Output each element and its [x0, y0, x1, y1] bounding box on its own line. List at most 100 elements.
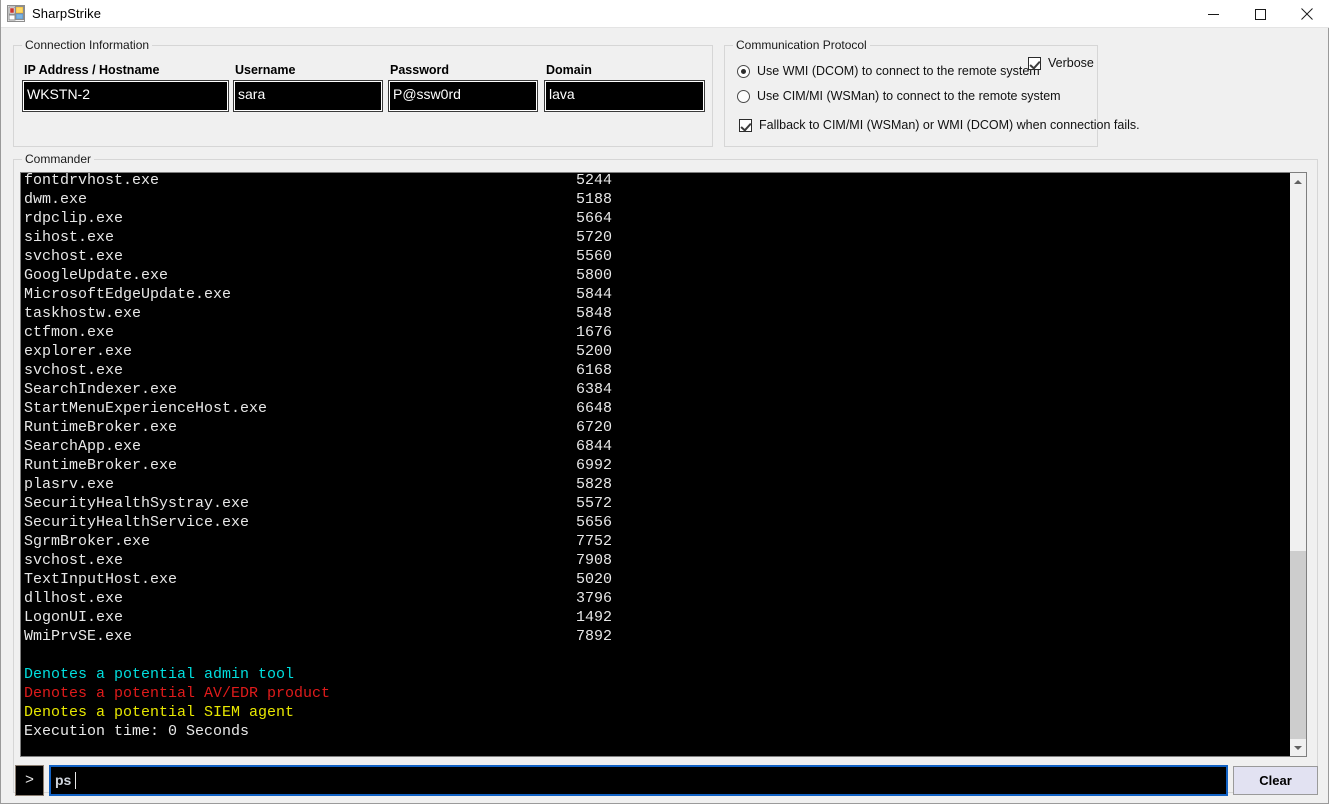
legend-line: Denotes a potential admin tool: [24, 666, 295, 683]
maximize-icon: [1254, 8, 1266, 20]
clear-button[interactable]: Clear: [1233, 766, 1318, 795]
process-row: taskhostw.exe 5848: [24, 304, 1290, 323]
winforms-app-icon: [7, 5, 25, 22]
communication-protocol-group: Communication Protocol Use WMI (DCOM) to…: [724, 38, 1140, 147]
title-bar: SharpStrike: [1, 0, 1329, 28]
label-password: Password: [390, 63, 450, 77]
process-row: svchost.exe 6168: [24, 361, 1290, 380]
process-row: SearchApp.exe 6844: [24, 437, 1290, 456]
legend-line: Denotes a potential AV/EDR product: [24, 685, 331, 702]
domain-field[interactable]: lava: [544, 80, 705, 112]
process-pid: 5560: [575, 248, 612, 265]
chevron-up-icon: [1294, 179, 1302, 184]
process-row: fontdrvhost.exe 5244: [24, 173, 1290, 190]
close-icon: [1301, 8, 1313, 20]
process-row: sihost.exe 5720: [24, 228, 1290, 247]
process-row: svchost.exe 5560: [24, 247, 1290, 266]
process-row: RuntimeBroker.exe 6720: [24, 418, 1290, 437]
radio-indicator-cim: [737, 89, 750, 103]
connection-group-label: Connection Information: [22, 38, 153, 52]
process-pid: 7892: [575, 628, 612, 645]
ip-hostname-field[interactable]: WKSTN-2: [22, 80, 229, 112]
radio-label-cim: Use CIM/MI (WSMan) to connect to the rem…: [757, 89, 1061, 103]
process-row: SearchIndexer.exe 6384: [24, 380, 1290, 399]
label-ip-hostname: IP Address / Hostname: [24, 63, 160, 77]
scrollbar-thumb[interactable]: [1290, 551, 1306, 739]
process-pid: 5188: [575, 191, 612, 208]
process-row: LogonUI.exe 1492: [24, 608, 1290, 627]
process-pid: 6384: [575, 381, 612, 398]
process-pid: 5200: [575, 343, 612, 360]
process-row: TextInputHost.exe 5020: [24, 570, 1290, 589]
password-value: P@ssw0rd: [393, 86, 461, 102]
process-row: SgrmBroker.exe 7752: [24, 532, 1290, 551]
prompt-indicator: >: [15, 765, 44, 796]
process-pid: 5720: [575, 229, 612, 246]
process-row: explorer.exe 5200: [24, 342, 1290, 361]
execution-time-line: Execution time: 0 Seconds: [24, 723, 250, 740]
close-button[interactable]: [1284, 0, 1329, 28]
radio-label-wmi: Use WMI (DCOM) to connect to the remote …: [757, 64, 1040, 78]
legend-line: Denotes a potential SIEM agent: [24, 704, 295, 721]
process-row: SecurityHealthSystray.exe 5572: [24, 494, 1290, 513]
process-pid: 5828: [575, 476, 612, 493]
connection-information-group: Connection Information IP Address / Host…: [13, 38, 713, 147]
process-pid: 5848: [575, 305, 612, 322]
process-row: ctfmon.exe 1676: [24, 323, 1290, 342]
process-pid: 1676: [575, 324, 612, 341]
console-lines: fontdrvhost.exe 5244 dwm.exe 5188 rdpclip.ex…: [24, 173, 1290, 756]
process-row: dwm.exe 5188: [24, 190, 1290, 209]
process-pid: 5020: [575, 571, 612, 588]
radio-use-wmi-dcom[interactable]: Use WMI (DCOM) to connect to the remote …: [737, 64, 1040, 78]
username-value: sara: [238, 86, 266, 102]
window-title: SharpStrike: [32, 6, 102, 21]
process-pid: 6844: [575, 438, 612, 455]
text-caret: [75, 772, 76, 789]
chevron-down-icon: [1294, 745, 1302, 750]
radio-use-cim-wsman[interactable]: Use CIM/MI (WSMan) to connect to the rem…: [737, 89, 1061, 103]
process-pid: 6648: [575, 400, 612, 417]
checkbox-label-verbose: Verbose: [1048, 56, 1094, 70]
ip-hostname-value: WKSTN-2: [27, 86, 90, 102]
process-pid: 7908: [575, 552, 612, 569]
label-username: Username: [235, 63, 296, 77]
checkbox-verbose[interactable]: Verbose: [1028, 56, 1094, 70]
process-row: dllhost.exe 3796: [24, 589, 1290, 608]
process-pid: 5656: [575, 514, 612, 531]
process-row: GoogleUpdate.exe 5800: [24, 266, 1290, 285]
process-pid: 5800: [575, 267, 612, 284]
protocol-group-label: Communication Protocol: [733, 38, 870, 52]
password-field[interactable]: P@ssw0rd: [388, 80, 538, 112]
process-pid: 6168: [575, 362, 612, 379]
minimize-icon: [1207, 13, 1219, 15]
process-row: svchost.exe 7908: [24, 551, 1290, 570]
process-row: rdpclip.exe 5664: [24, 209, 1290, 228]
domain-value: lava: [549, 86, 575, 102]
radio-indicator-wmi: [737, 64, 750, 78]
prompt-chevron: >: [24, 772, 34, 789]
process-pid: 6720: [575, 419, 612, 436]
minimize-button[interactable]: [1190, 0, 1236, 28]
checkbox-fallback[interactable]: Fallback to CIM/MI (WSMan) or WMI (DCOM)…: [739, 118, 1140, 132]
checkbox-label-fallback: Fallback to CIM/MI (WSMan) or WMI (DCOM)…: [759, 118, 1140, 132]
process-pid: 5664: [575, 210, 612, 227]
checkbox-indicator-verbose: [1028, 56, 1041, 70]
process-row: SecurityHealthService.exe 5656: [24, 513, 1290, 532]
command-input-value: ps: [55, 772, 72, 788]
scroll-up-button[interactable]: [1290, 173, 1306, 190]
commander-group-label: Commander: [22, 152, 95, 166]
process-row: StartMenuExperienceHost.exe 6648: [24, 399, 1290, 418]
username-field[interactable]: sara: [233, 80, 383, 112]
process-pid: 6992: [575, 457, 612, 474]
process-row: plasrv.exe 5828: [24, 475, 1290, 494]
process-pid: 5844: [575, 286, 612, 303]
console-scrollbar[interactable]: [1290, 172, 1307, 757]
scroll-down-button[interactable]: [1290, 739, 1306, 756]
process-row: MicrosoftEdgeUpdate.exe 5844: [24, 285, 1290, 304]
command-input[interactable]: ps: [49, 765, 1228, 796]
console-output[interactable]: fontdrvhost.exe 5244 dwm.exe 5188 rdpclip.ex…: [20, 172, 1290, 757]
process-pid: 3796: [575, 590, 612, 607]
maximize-button[interactable]: [1237, 0, 1283, 28]
process-row: RuntimeBroker.exe 6992: [24, 456, 1290, 475]
checkbox-indicator-fallback: [739, 118, 752, 132]
